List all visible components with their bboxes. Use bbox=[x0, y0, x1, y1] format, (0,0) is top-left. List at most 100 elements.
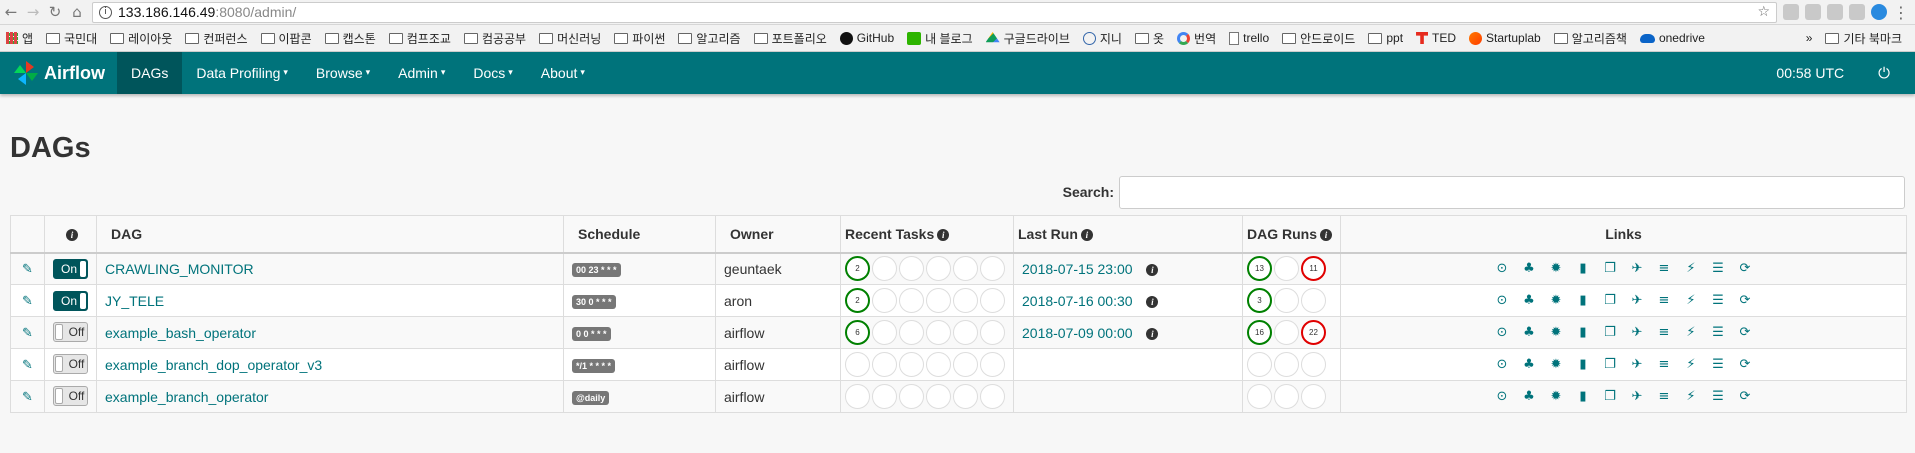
nav-item-docs[interactable]: Docs ▾ bbox=[459, 52, 526, 94]
task-state-circle[interactable] bbox=[872, 288, 897, 313]
refresh-icon[interactable]: ⟳ bbox=[1737, 389, 1753, 404]
refresh-icon[interactable]: ⟳ bbox=[1737, 325, 1753, 340]
schedule-badge[interactable]: 00 23 * * * bbox=[572, 263, 621, 278]
bookmark-item[interactable]: 머신러닝 bbox=[539, 30, 601, 47]
nav-item-browse[interactable]: Browse ▾ bbox=[302, 52, 384, 94]
logs-icon[interactable]: ☰ bbox=[1710, 293, 1726, 308]
tree-view-icon[interactable]: ♣ bbox=[1521, 357, 1537, 372]
logout-power-icon[interactable]: ⏻ bbox=[1878, 64, 1890, 82]
bookmark-item[interactable]: 파이썬 bbox=[614, 30, 665, 47]
task-state-circle[interactable] bbox=[845, 352, 870, 377]
bookmark-item[interactable]: 알고리즘책 bbox=[1553, 30, 1627, 47]
dag-run-state-circle[interactable] bbox=[1274, 320, 1299, 345]
task-duration-icon[interactable]: ▮ bbox=[1575, 261, 1591, 276]
edit-icon[interactable]: ✎ bbox=[22, 262, 33, 277]
bookmark-item[interactable]: 구글드라이브 bbox=[985, 30, 1070, 47]
task-state-circle[interactable] bbox=[926, 352, 951, 377]
task-state-circle[interactable] bbox=[980, 352, 1005, 377]
info-icon[interactable]: i bbox=[1146, 264, 1159, 277]
tree-view-icon[interactable]: ♣ bbox=[1521, 325, 1537, 340]
site-info-icon[interactable]: i bbox=[99, 5, 112, 19]
edit-icon[interactable]: ✎ bbox=[22, 326, 33, 341]
dag-pause-toggle[interactable]: Off bbox=[53, 354, 88, 374]
dag-run-state-circle[interactable]: 16 bbox=[1247, 320, 1272, 345]
graph-view-icon[interactable]: ✹ bbox=[1548, 293, 1564, 308]
gantt-icon[interactable]: ≡ bbox=[1656, 261, 1672, 276]
bookmark-item[interactable]: TED bbox=[1416, 31, 1456, 45]
bookmark-item[interactable]: 포트폴리오 bbox=[753, 30, 827, 47]
dag-run-state-circle[interactable]: 11 bbox=[1301, 256, 1326, 282]
task-state-circle[interactable] bbox=[845, 384, 870, 409]
bookmark-item[interactable]: 안드로이드 bbox=[1282, 30, 1355, 47]
dag-run-state-circle[interactable] bbox=[1274, 384, 1299, 409]
bookmark-item[interactable]: ppt bbox=[1368, 31, 1403, 45]
last-run-link[interactable]: 2018-07-16 00:30 bbox=[1022, 293, 1133, 309]
task-tries-icon[interactable]: ❐ bbox=[1602, 293, 1618, 308]
edit-icon[interactable]: ✎ bbox=[22, 390, 33, 405]
dag-pause-toggle[interactable]: On bbox=[53, 258, 88, 279]
logs-icon[interactable]: ☰ bbox=[1710, 389, 1726, 404]
refresh-icon[interactable]: ⟳ bbox=[1737, 293, 1753, 308]
graph-view-icon[interactable]: ✹ bbox=[1548, 325, 1564, 340]
bookmark-item[interactable]: 이팝콘 bbox=[260, 30, 312, 47]
code-view-icon[interactable]: ⚡ bbox=[1683, 325, 1699, 340]
header-dag[interactable]: DAG bbox=[96, 215, 564, 254]
schedule-badge[interactable]: @daily bbox=[572, 391, 610, 405]
dag-link[interactable]: example_branch_dop_operator_v3 bbox=[105, 357, 322, 373]
dag-link[interactable]: example_branch_operator bbox=[105, 389, 268, 405]
bookmark-item[interactable]: GitHub bbox=[839, 31, 894, 45]
back-icon[interactable]: ← bbox=[0, 3, 22, 21]
reload-icon[interactable]: ↻ bbox=[44, 3, 66, 21]
nav-item-about[interactable]: About ▾ bbox=[527, 52, 599, 94]
task-tries-icon[interactable]: ❐ bbox=[1602, 261, 1618, 276]
schedule-badge[interactable]: 30 0 * * * bbox=[572, 295, 616, 309]
task-state-circle[interactable] bbox=[872, 256, 897, 282]
task-tries-icon[interactable]: ❐ bbox=[1602, 389, 1618, 404]
bookmark-item[interactable]: 번역 bbox=[1177, 30, 1216, 47]
other-bookmarks[interactable]: 기타 북마크 bbox=[1825, 30, 1902, 47]
dag-run-state-circle[interactable] bbox=[1301, 288, 1326, 313]
dag-run-state-circle[interactable] bbox=[1274, 352, 1299, 377]
bookmark-item[interactable]: 컨퍼런스 bbox=[185, 30, 248, 47]
extension-icon[interactable] bbox=[1871, 4, 1887, 20]
logs-icon[interactable]: ☰ bbox=[1710, 261, 1726, 276]
task-state-circle[interactable] bbox=[899, 352, 924, 377]
task-state-circle[interactable] bbox=[953, 352, 978, 377]
bookmark-star-icon[interactable]: ☆ bbox=[1757, 4, 1770, 20]
search-input[interactable] bbox=[1119, 175, 1905, 209]
dag-link[interactable]: example_bash_operator bbox=[105, 325, 256, 341]
bookmark-item[interactable]: 지니 bbox=[1082, 30, 1122, 47]
dag-link[interactable]: CRAWLING_MONITOR bbox=[105, 261, 254, 277]
task-state-circle[interactable] bbox=[926, 384, 951, 409]
landing-times-icon[interactable]: ✈ bbox=[1629, 357, 1645, 372]
task-state-circle[interactable] bbox=[872, 384, 897, 409]
tree-view-icon[interactable]: ♣ bbox=[1521, 293, 1537, 308]
logs-icon[interactable]: ☰ bbox=[1710, 357, 1726, 372]
trigger-dag-icon[interactable]: ⊙ bbox=[1494, 389, 1510, 404]
tree-view-icon[interactable]: ♣ bbox=[1521, 389, 1537, 404]
task-state-circle[interactable] bbox=[926, 256, 951, 282]
bookmark-item[interactable]: 국민대 bbox=[46, 30, 97, 47]
extension-icon[interactable] bbox=[1827, 4, 1843, 20]
task-state-circle[interactable] bbox=[899, 384, 924, 409]
extension-icon[interactable] bbox=[1805, 4, 1821, 20]
task-tries-icon[interactable]: ❐ bbox=[1602, 325, 1618, 340]
forward-icon[interactable]: → bbox=[22, 3, 44, 21]
edit-icon[interactable]: ✎ bbox=[22, 358, 33, 373]
brand-link[interactable]: Airflow bbox=[0, 52, 117, 94]
task-state-circle[interactable] bbox=[899, 256, 924, 282]
info-icon[interactable]: i bbox=[1146, 327, 1159, 340]
dag-run-state-circle[interactable]: 3 bbox=[1247, 288, 1272, 313]
header-schedule[interactable]: Schedule bbox=[563, 215, 716, 254]
gantt-icon[interactable]: ≡ bbox=[1656, 389, 1672, 404]
bookmark-item[interactable]: 알고리즘 bbox=[678, 30, 741, 47]
bookmark-item[interactable]: 앱 bbox=[6, 30, 33, 47]
extension-icon[interactable] bbox=[1849, 4, 1865, 20]
task-tries-icon[interactable]: ❐ bbox=[1602, 357, 1618, 372]
nav-item-admin[interactable]: Admin ▾ bbox=[384, 52, 459, 94]
dag-pause-toggle[interactable]: Off bbox=[53, 386, 88, 406]
task-state-circle[interactable] bbox=[899, 288, 924, 313]
bookmark-item[interactable]: Startuplab bbox=[1469, 31, 1541, 45]
task-state-circle[interactable]: 2 bbox=[845, 288, 870, 313]
trigger-dag-icon[interactable]: ⊙ bbox=[1494, 357, 1510, 372]
